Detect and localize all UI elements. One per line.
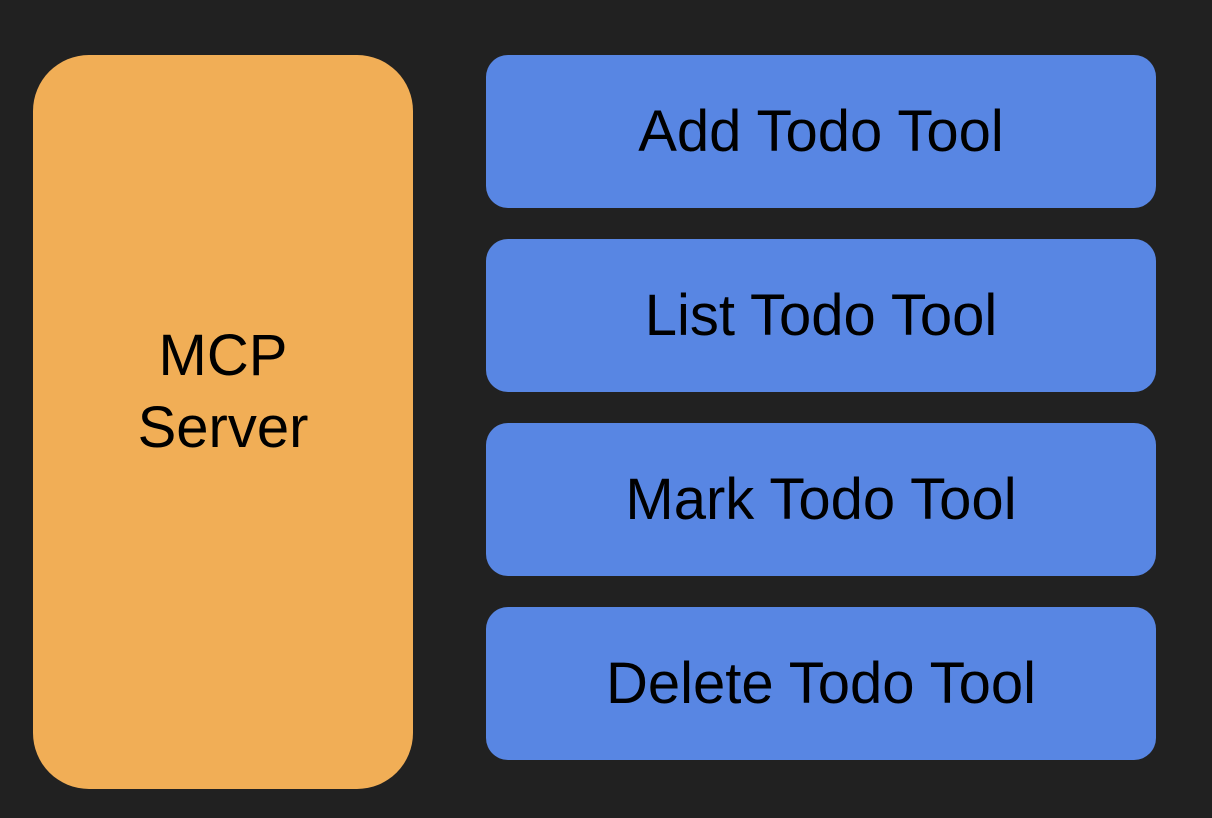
add-todo-tool-box: Add Todo Tool (486, 55, 1156, 208)
mcp-server-box: MCP Server (33, 55, 413, 789)
server-label-line-1: MCP (158, 323, 288, 388)
delete-todo-tool-label: Delete Todo Tool (606, 650, 1036, 716)
delete-todo-tool-box: Delete Todo Tool (486, 607, 1156, 760)
mark-todo-tool-label: Mark Todo Tool (625, 466, 1017, 532)
add-todo-tool-label: Add Todo Tool (638, 98, 1004, 164)
tool-list: Add Todo Tool List Todo Tool Mark Todo T… (486, 55, 1156, 760)
mark-todo-tool-box: Mark Todo Tool (486, 423, 1156, 576)
list-todo-tool-label: List Todo Tool (644, 282, 998, 348)
server-label-line-2: Server (137, 395, 309, 460)
list-todo-tool-box: List Todo Tool (486, 239, 1156, 392)
